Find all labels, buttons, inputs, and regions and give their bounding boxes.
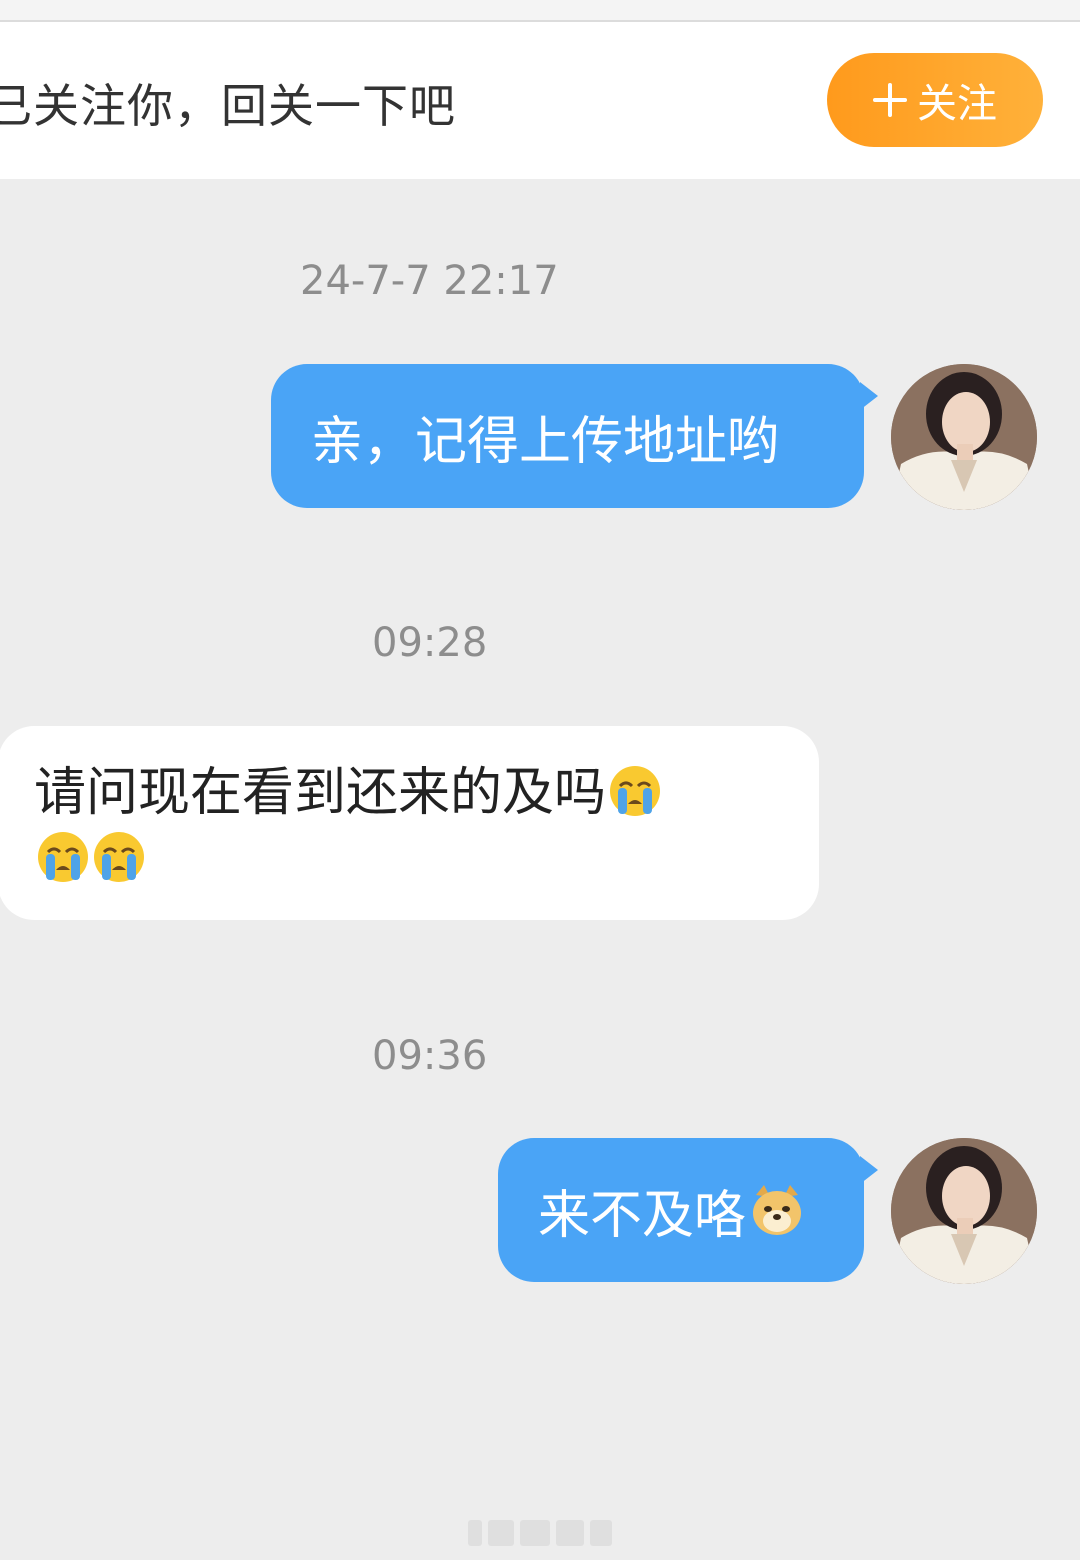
follow-button-label: 关注 — [917, 81, 997, 127]
message-timestamp: 09:28 — [372, 620, 488, 666]
avatar[interactable] — [891, 364, 1037, 510]
crying-emoji-icon — [610, 766, 661, 816]
avatar-portrait-image — [891, 364, 1037, 510]
plus-icon — [873, 83, 907, 117]
follow-prompt-banner: 已关注你，回关一下吧 关注 — [0, 22, 1080, 179]
message-timestamp: 09:36 — [372, 1033, 488, 1079]
follow-prompt-text: 已关注你，回关一下吧 — [0, 79, 456, 133]
avatar-portrait-image — [891, 1138, 1037, 1284]
message-text: 请问现在看到还来的及吗 — [34, 763, 607, 823]
message-text: 亲，记得上传地址哟 — [311, 411, 780, 472]
avatar[interactable] — [891, 1138, 1037, 1284]
watermark — [468, 1520, 618, 1548]
outgoing-message-bubble[interactable]: 亲，记得上传地址哟 — [271, 364, 878, 508]
message-text: 来不及咯 — [538, 1185, 747, 1246]
doge-emoji-icon — [753, 1185, 802, 1235]
crying-emoji-icon — [38, 832, 88, 882]
top-divider — [0, 0, 1080, 22]
incoming-message-bubble[interactable]: 请问现在看到还来的及吗 — [0, 726, 819, 920]
crying-emoji-icon — [94, 832, 144, 882]
bubble-tail — [860, 382, 878, 410]
follow-button[interactable]: 关注 — [827, 53, 1043, 147]
bubble-tail — [860, 1156, 878, 1184]
outgoing-message-bubble[interactable]: 来不及咯 — [498, 1138, 878, 1282]
message-timestamp: 24-7-7 22:17 — [300, 258, 559, 304]
